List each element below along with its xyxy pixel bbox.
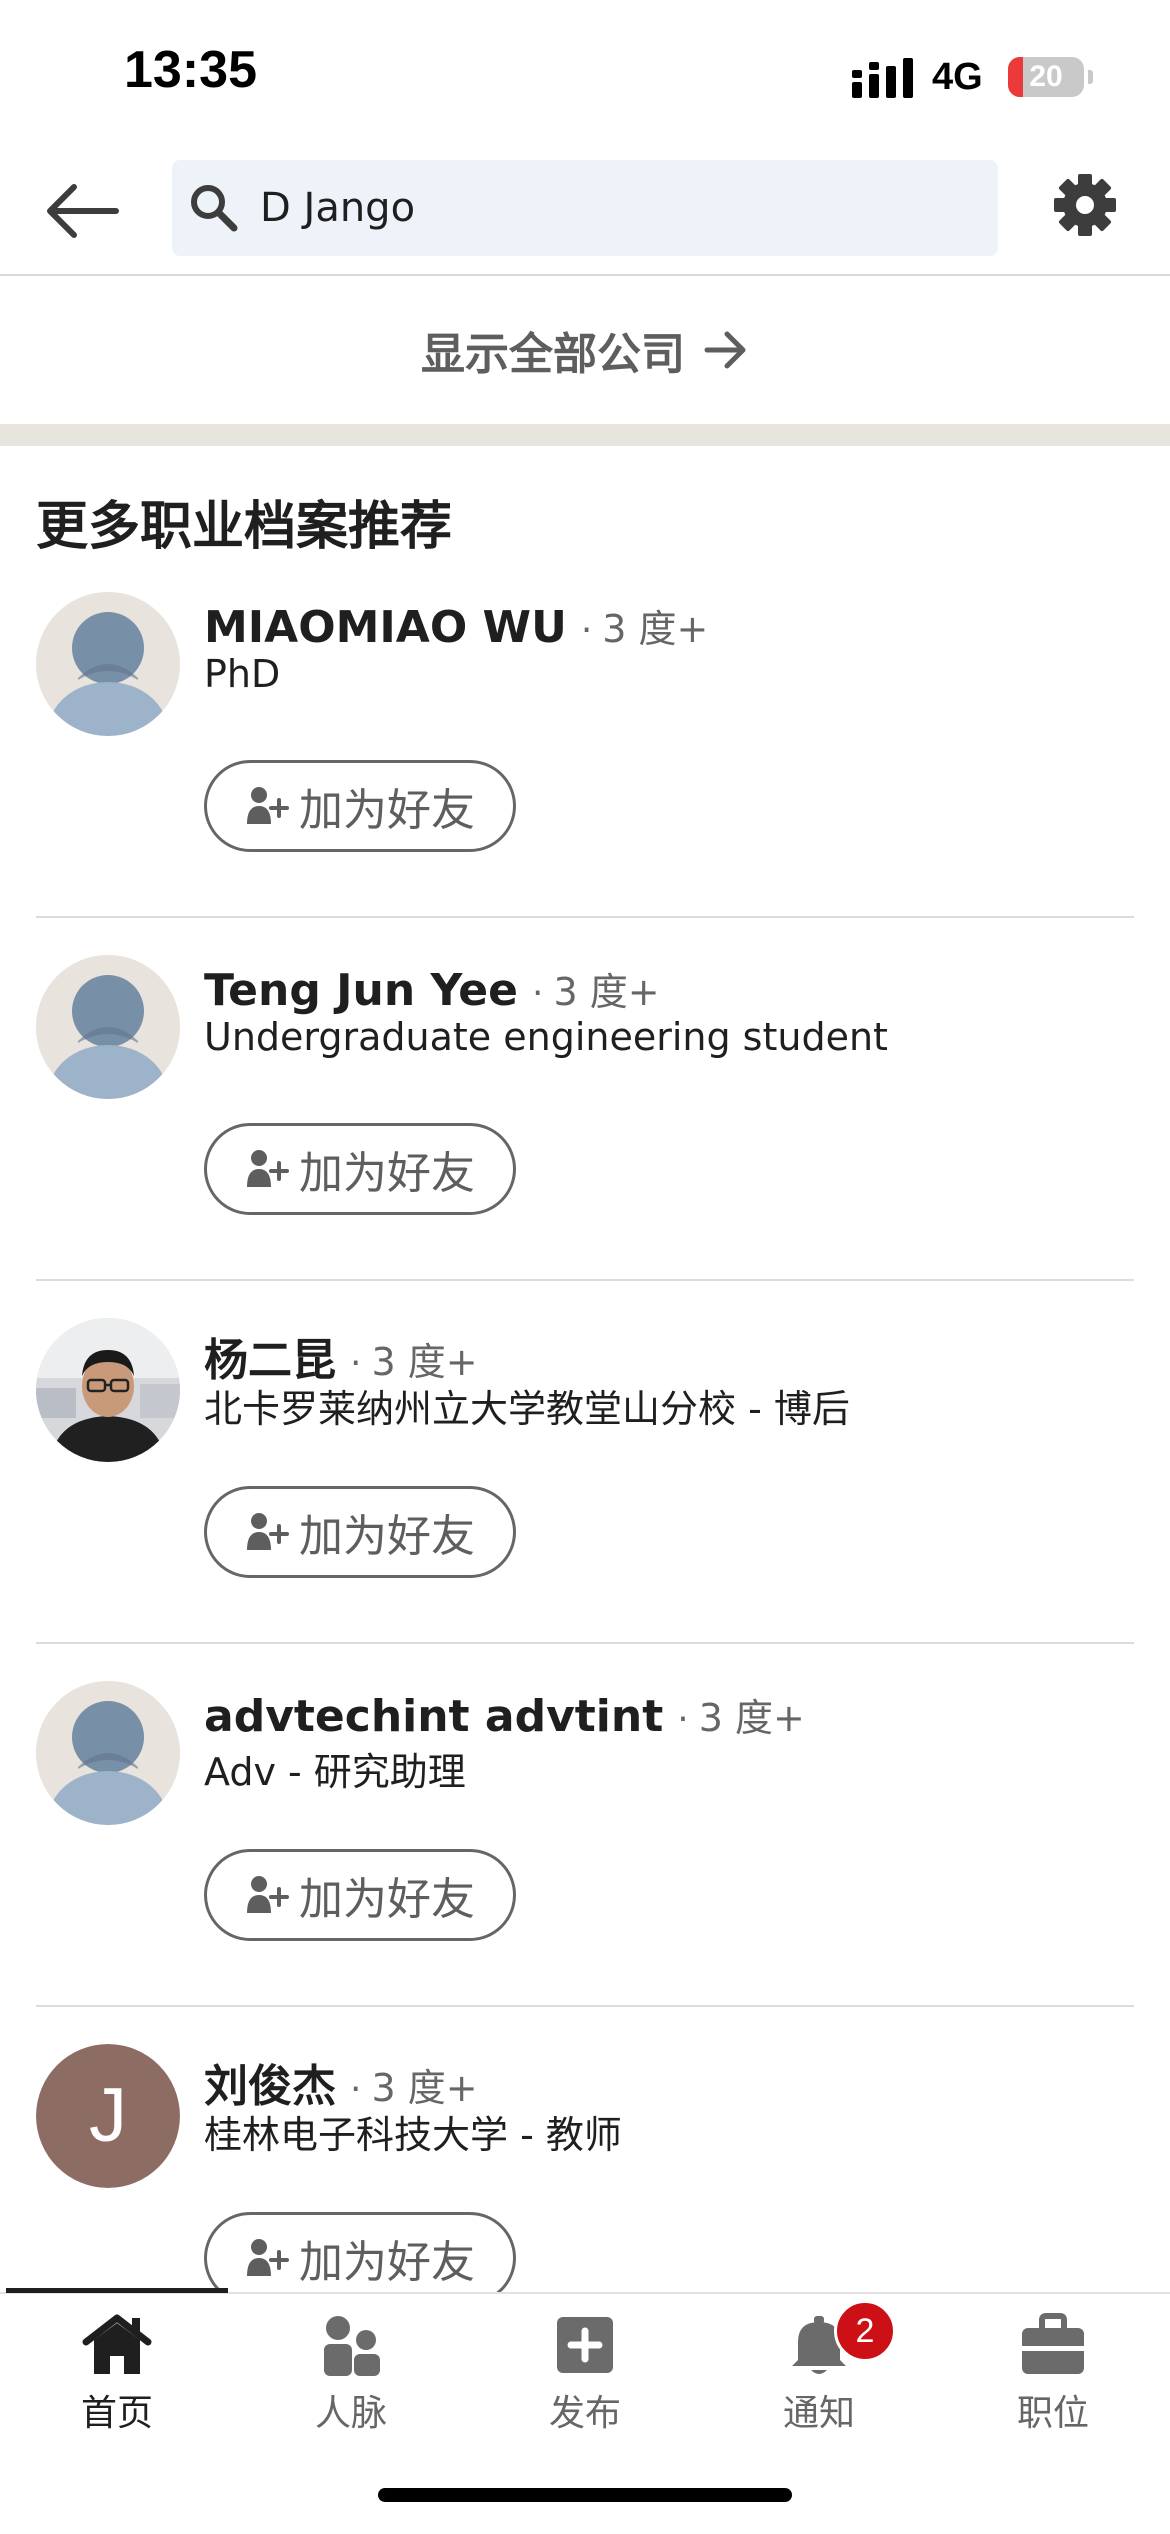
connect-button[interactable]: 加为好友: [204, 2212, 516, 2304]
profile-name[interactable]: MIAOMIAO WU: [204, 602, 567, 653]
connect-button-label: 加为好友: [299, 785, 475, 836]
tab-post[interactable]: 发布: [468, 2312, 702, 2442]
card-divider: [36, 1642, 1134, 1644]
arrow-right-icon: [704, 331, 746, 369]
show-all-companies-link[interactable]: 显示全部公司: [0, 276, 1170, 424]
battery-cap: [1088, 70, 1093, 84]
profile-headline: 桂林电子科技大学 - 教师: [204, 2113, 622, 2157]
tab-network-label: 人脉: [314, 2393, 387, 2434]
tab-jobs-label: 职位: [1016, 2393, 1089, 2434]
card-divider: [36, 1279, 1134, 1281]
profile-name-line: Teng Jun Yee · 3 度+: [204, 961, 660, 1016]
profile-headline: Undergraduate engineering student: [204, 1015, 888, 1059]
connect-button-label: 加为好友: [299, 1148, 475, 1199]
add-person-icon: [247, 1513, 289, 1550]
notification-badge: 2: [834, 2300, 896, 2362]
gear-icon[interactable]: [1052, 172, 1118, 238]
section-title: 更多职业档案推荐: [36, 497, 453, 557]
network-type: 4G: [932, 56, 983, 98]
avatar-letter: J: [36, 2044, 180, 2188]
default-avatar-icon[interactable]: [36, 1681, 180, 1825]
profile-photo[interactable]: [36, 1318, 180, 1462]
show-all-companies-label: 显示全部公司: [421, 329, 685, 380]
connect-button[interactable]: 加为好友: [204, 1123, 516, 1215]
search-query: D Jango: [260, 185, 416, 231]
separator-dot: ·: [532, 973, 544, 1014]
profile-card[interactable]: Teng Jun Yee · 3 度+ Undergraduate engineer…: [0, 955, 1170, 1318]
home-indicator[interactable]: [378, 2488, 792, 2502]
profile-card[interactable]: MIAOMIAO WU · 3 度+ PhD 加为好友: [0, 592, 1170, 955]
connection-degree: 3 度+: [553, 970, 660, 1014]
profile-headline: PhD: [204, 652, 281, 696]
tab-jobs[interactable]: 职位: [936, 2312, 1170, 2442]
card-divider: [36, 916, 1134, 918]
connection-degree: 3 度+: [698, 1696, 805, 1740]
signal-strength-icon: [852, 58, 913, 98]
status-bar: 13:35 4G 20: [0, 0, 1170, 150]
separator-dot: ·: [677, 1699, 689, 1740]
add-person-icon: [247, 1876, 289, 1913]
connect-button-label: 加为好友: [299, 1874, 475, 1925]
section-divider: [0, 424, 1170, 446]
briefcase-icon: [1022, 2313, 1084, 2374]
add-person-icon: [247, 1150, 289, 1187]
plus-square-icon: [557, 2317, 613, 2373]
people-icon: [324, 2316, 380, 2376]
tab-notifications-label: 通知: [782, 2393, 855, 2434]
search-header: D Jango: [0, 150, 1170, 276]
tab-post-label: 发布: [548, 2393, 621, 2434]
add-person-icon: [247, 2239, 289, 2276]
search-icon: [191, 185, 238, 232]
profile-name[interactable]: advtechint advtint: [204, 1691, 663, 1742]
separator-dot: ·: [580, 610, 593, 651]
battery-icon: 20: [1008, 57, 1084, 97]
profile-name-line: advtechint advtint · 3 度+: [204, 1687, 805, 1742]
profile-name[interactable]: Teng Jun Yee: [204, 965, 518, 1016]
connect-button[interactable]: 加为好友: [204, 1486, 516, 1578]
tab-home[interactable]: 首页: [0, 2312, 234, 2442]
profile-card[interactable]: 杨二昆 · 3 度+ 北卡罗莱纳州立大学教堂山分校 - 博后 加为好友: [0, 1318, 1170, 1681]
tab-notifications[interactable]: 2 通知: [702, 2300, 936, 2442]
default-avatar-icon[interactable]: [36, 592, 180, 736]
connect-button[interactable]: 加为好友: [204, 760, 516, 852]
tab-network[interactable]: 人脉: [234, 2312, 468, 2442]
search-input[interactable]: D Jango: [172, 160, 998, 256]
profile-name-line: MIAOMIAO WU · 3 度+: [204, 598, 708, 653]
default-avatar-icon[interactable]: [36, 955, 180, 1099]
connection-degree: 3 度+: [602, 607, 709, 651]
profile-headline: 北卡罗莱纳州立大学教堂山分校 - 博后: [204, 1387, 850, 1431]
connect-button[interactable]: 加为好友: [204, 1849, 516, 1941]
home-icon: [82, 2314, 152, 2374]
connect-button-label: 加为好友: [299, 1511, 475, 1562]
back-arrow-icon[interactable]: [40, 176, 126, 246]
card-divider: [36, 2005, 1134, 2007]
status-time: 13:35: [124, 41, 257, 99]
add-person-icon: [247, 787, 289, 824]
tab-home-label: 首页: [80, 2393, 153, 2434]
letter-avatar[interactable]: J: [36, 2044, 180, 2188]
profile-card[interactable]: advtechint advtint · 3 度+ Adv - 研究助理 加为好友: [0, 1681, 1170, 2044]
profile-headline: Adv - 研究助理: [204, 1750, 466, 1794]
battery-percentage: 20: [1029, 60, 1063, 93]
connect-button-label: 加为好友: [299, 2237, 475, 2288]
active-tab-indicator: [6, 2288, 228, 2293]
